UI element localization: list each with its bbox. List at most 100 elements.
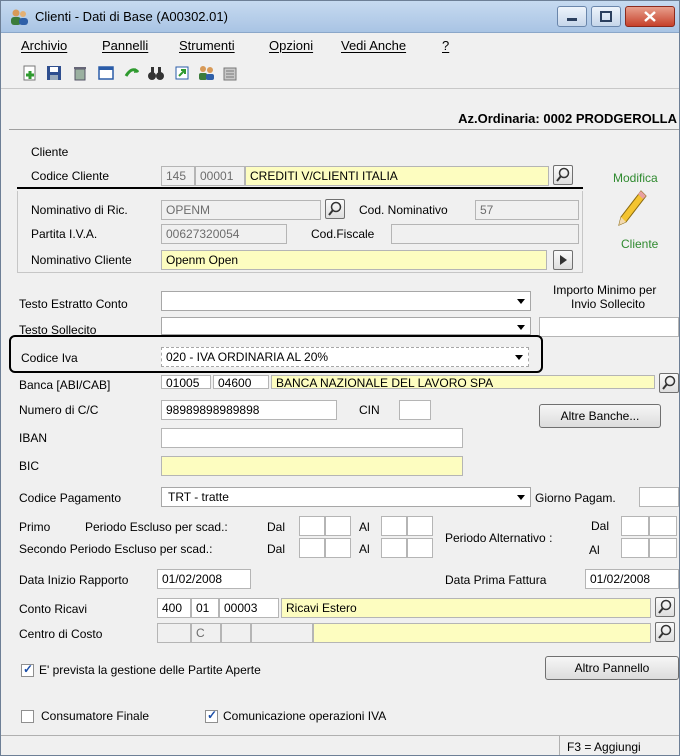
nominativo-cliente-field[interactable]: Openm Open: [161, 250, 547, 270]
data-prima-label: Data Prima Fattura: [445, 573, 547, 587]
primo-label: Primo: [19, 520, 51, 534]
data-inizio-field[interactable]: 01/02/2008: [157, 569, 251, 589]
search-centro-button[interactable]: [655, 622, 675, 642]
iban-label: IBAN: [19, 431, 48, 445]
p1-al-m[interactable]: [407, 516, 433, 536]
estratto-combo[interactable]: [161, 291, 531, 311]
importo-field[interactable]: [539, 317, 679, 337]
centro-3[interactable]: [221, 623, 251, 643]
minimize-button[interactable]: [557, 6, 587, 27]
banca-label: Banca [ABI/CAB]: [19, 378, 111, 392]
iva-highlight: [9, 335, 543, 373]
close-button[interactable]: [625, 6, 675, 27]
data-prima-field[interactable]: 01/02/2008: [585, 569, 679, 589]
alt-al: Al: [589, 543, 600, 557]
search-nominativo-button[interactable]: [325, 199, 345, 219]
codice-cliente-desc[interactable]: CREDITI V/CLIENTI ITALIA: [245, 166, 549, 186]
archive-icon[interactable]: [221, 64, 239, 82]
delete-icon[interactable]: [71, 64, 89, 82]
altre-banche-button[interactable]: Altre Banche...: [539, 404, 661, 428]
menu-vedi-anche[interactable]: Vedi Anche: [341, 38, 406, 53]
centro-4[interactable]: [251, 623, 313, 643]
codice-cliente-1[interactable]: 145: [161, 166, 195, 186]
bic-field[interactable]: [161, 456, 463, 476]
search-conto-button[interactable]: [655, 597, 675, 617]
banca-cab[interactable]: 04600: [213, 375, 269, 389]
pagamento-label: Codice Pagamento: [19, 491, 122, 505]
consumatore-checkbox[interactable]: [21, 710, 34, 723]
al-2: Al: [359, 542, 370, 556]
conto-2[interactable]: 01: [191, 598, 219, 618]
separator: [9, 129, 679, 130]
minimize-icon: [567, 18, 577, 21]
alt-dal-m[interactable]: [649, 516, 677, 536]
status-divider: [559, 736, 560, 755]
new-icon[interactable]: [21, 64, 39, 82]
search-banca-button[interactable]: [659, 373, 679, 393]
banca-desc[interactable]: BANCA NAZIONALE DEL LAVORO SPA: [271, 375, 655, 389]
iban-field[interactable]: [161, 428, 463, 448]
centro-label: Centro di Costo: [19, 627, 103, 641]
al-1: Al: [359, 520, 370, 534]
p2-dal-g[interactable]: [299, 538, 325, 558]
cod-nominativo-field[interactable]: 57: [475, 200, 579, 220]
alt-dal: Dal: [591, 519, 610, 533]
menu-pannelli[interactable]: Pannelli: [102, 38, 148, 53]
codfiscale-field[interactable]: [391, 224, 579, 244]
codfiscale-label: Cod.Fiscale: [311, 227, 375, 241]
title-bar: Clienti - Dati di Base (A00302.01): [1, 1, 679, 33]
cc-field[interactable]: 98989898989898: [161, 400, 337, 420]
conto-label: Conto Ricavi: [19, 602, 88, 616]
banca-abi[interactable]: 01005: [161, 375, 211, 389]
sollecito-combo[interactable]: [161, 317, 531, 335]
menu-bar: Archivio Pannelli Strumenti Opzioni Vedi…: [1, 33, 679, 57]
cin-field[interactable]: [399, 400, 431, 420]
menu-archivio[interactable]: Archivio: [21, 38, 67, 53]
comunicazione-checkbox[interactable]: [205, 708, 218, 723]
centro-2[interactable]: C: [191, 623, 221, 643]
binoculars-icon[interactable]: [147, 64, 165, 82]
conto-3[interactable]: 00003: [219, 598, 279, 618]
alt-al-m[interactable]: [649, 538, 677, 558]
altro-pannello-button[interactable]: Altro Pannello: [545, 656, 679, 680]
search-cliente-button[interactable]: [553, 165, 573, 185]
p2-al-m[interactable]: [407, 538, 433, 558]
export-icon[interactable]: [173, 64, 191, 82]
conto-1[interactable]: 400: [157, 598, 191, 618]
p2-al-g[interactable]: [381, 538, 407, 558]
dal-2: Dal: [267, 542, 286, 556]
centro-1[interactable]: [157, 623, 191, 643]
search-icon: [328, 201, 342, 216]
pencil-icon[interactable]: [615, 187, 649, 229]
giorno-field[interactable]: [639, 487, 679, 507]
p1-dal-g[interactable]: [299, 516, 325, 536]
play-button[interactable]: [553, 250, 573, 270]
company-label: Az.Ordinaria: 0002 PRODGEROLLA: [458, 111, 677, 126]
p1-al-g[interactable]: [381, 516, 407, 536]
p1-dal-m[interactable]: [325, 516, 351, 536]
app-users-icon: [11, 9, 28, 25]
menu-help[interactable]: ?: [442, 38, 449, 53]
modifica-label: Modifica: [613, 171, 658, 185]
alt-dal-g[interactable]: [621, 516, 649, 536]
alt-al-g[interactable]: [621, 538, 649, 558]
piva-field[interactable]: 00627320054: [161, 224, 287, 244]
refresh-icon[interactable]: [123, 64, 141, 82]
pagamento-combo[interactable]: TRT - tratte: [161, 487, 531, 507]
periodo1-label: Periodo Escluso per scad.:: [85, 520, 228, 534]
search-icon: [556, 167, 570, 182]
maximize-button[interactable]: [591, 6, 621, 27]
conto-desc[interactable]: Ricavi Estero: [281, 598, 651, 618]
save-icon[interactable]: [45, 64, 63, 82]
status-hint: F3 = Aggiungi: [567, 740, 641, 754]
window-icon[interactable]: [97, 64, 115, 82]
p2-dal-m[interactable]: [325, 538, 351, 558]
centro-desc[interactable]: [313, 623, 651, 643]
codice-cliente-2[interactable]: 00001: [195, 166, 245, 186]
menu-strumenti[interactable]: Strumenti: [179, 38, 235, 53]
window-title: Clienti - Dati di Base (A00302.01): [35, 9, 228, 24]
nominativo-ric-field[interactable]: OPENM: [161, 200, 321, 220]
partite-checkbox[interactable]: [21, 662, 34, 677]
users-icon[interactable]: [197, 64, 215, 82]
menu-opzioni[interactable]: Opzioni: [269, 38, 313, 53]
